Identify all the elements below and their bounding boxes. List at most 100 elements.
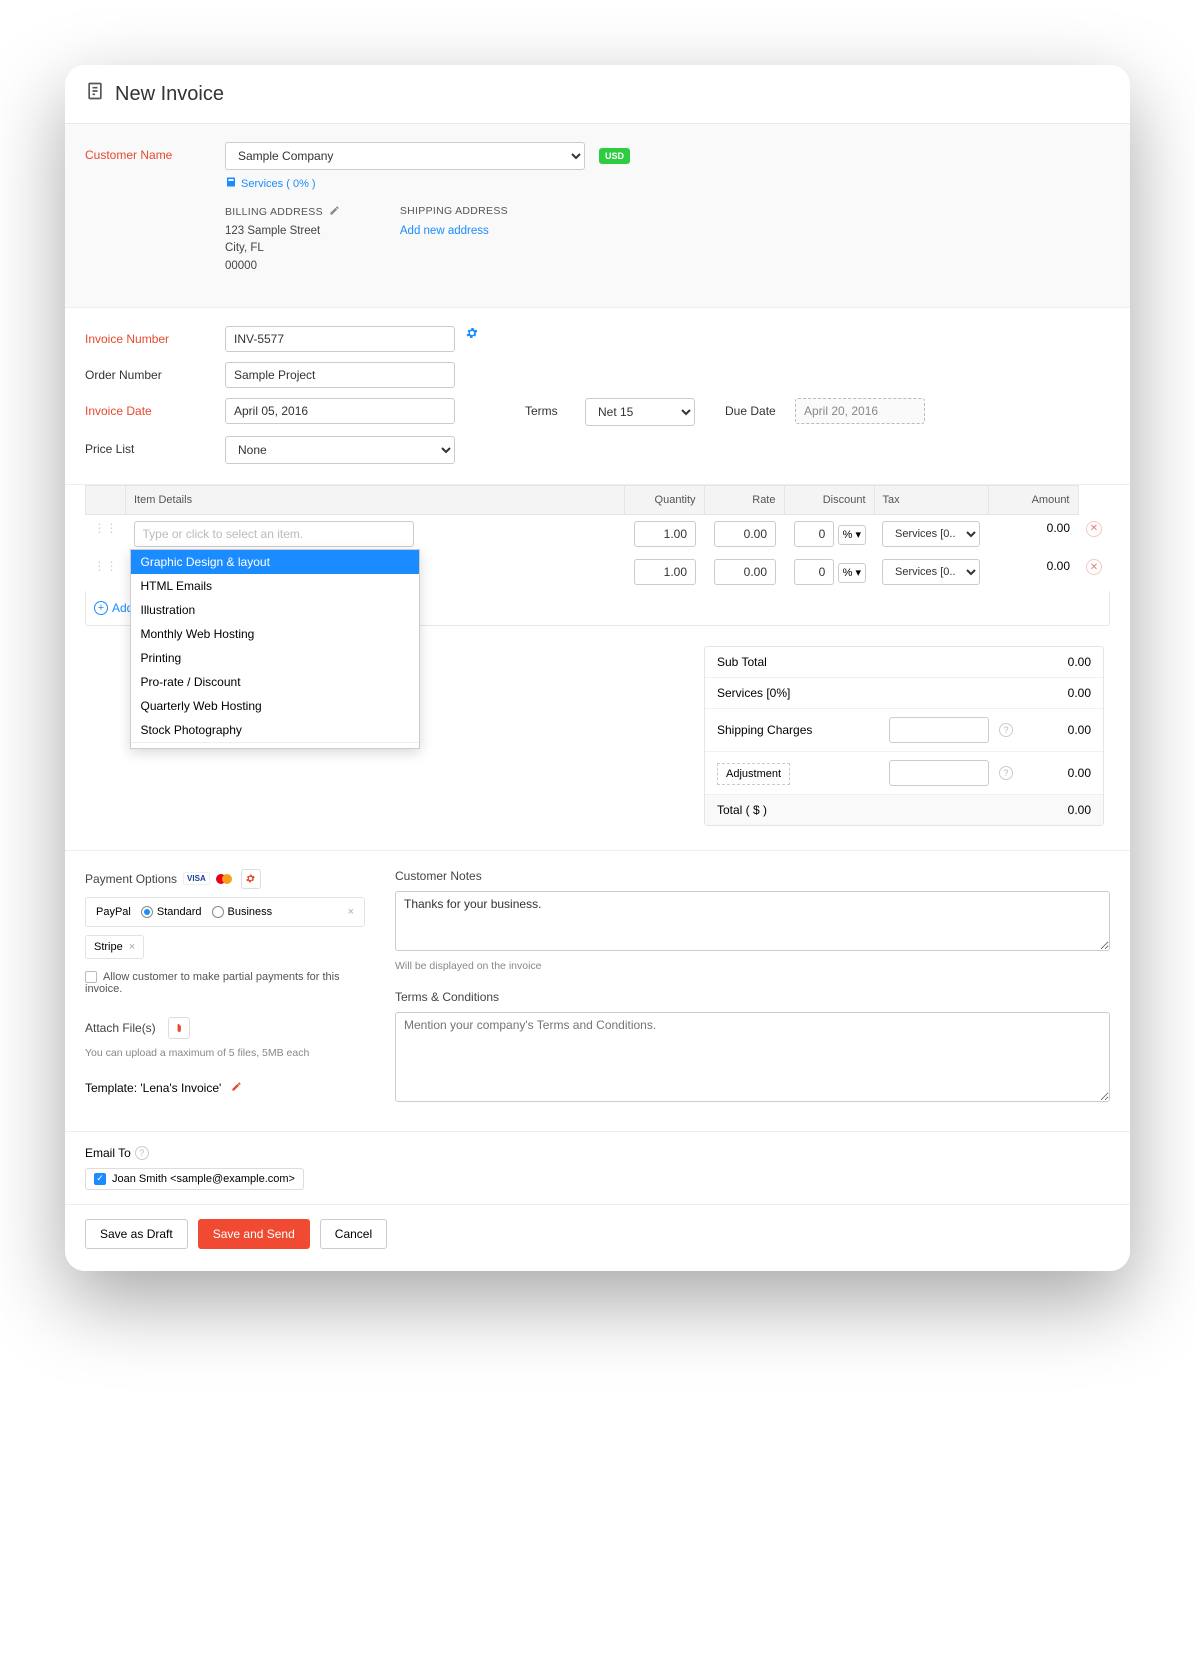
save-draft-button[interactable]: Save as Draft	[85, 1219, 188, 1249]
subtotal-value: 0.00	[1021, 655, 1091, 669]
item-option[interactable]: Printing	[131, 646, 419, 670]
partial-payment-checkbox[interactable]	[85, 971, 97, 983]
item-option[interactable]: HTML Emails	[131, 574, 419, 598]
col-tax: Tax	[874, 485, 988, 514]
billing-line1: 123 Sample Street	[225, 223, 340, 240]
payment-options-title: Payment Options	[85, 872, 177, 886]
qty-input[interactable]	[634, 559, 696, 585]
tax-select[interactable]: Services [0...	[882, 521, 980, 547]
tax-select[interactable]: Services [0...	[882, 559, 980, 585]
attach-hint: You can upload a maximum of 5 files, 5MB…	[85, 1047, 365, 1059]
line-item-row: ⋮⋮ Graphic Design & layout HTML Emails I…	[86, 514, 1111, 553]
plus-icon: +	[141, 748, 148, 749]
card-icons: VISA	[183, 872, 235, 885]
currency-badge: USD	[599, 148, 630, 164]
item-option[interactable]: Pro-rate / Discount	[131, 670, 419, 694]
invoice-date-label: Invoice Date	[85, 398, 225, 418]
terms-label: Terms	[525, 398, 585, 418]
payment-settings-icon[interactable]	[241, 869, 261, 889]
rate-input[interactable]	[714, 521, 776, 547]
services-tax-value: 0.00	[1021, 686, 1091, 700]
terms-select[interactable]: Net 15	[585, 398, 695, 426]
rate-input[interactable]	[714, 559, 776, 585]
adjustment-label[interactable]: Adjustment	[717, 763, 790, 785]
shipping-address-title: SHIPPING ADDRESS	[400, 205, 508, 217]
discount-unit-toggle[interactable]: % ▾	[838, 525, 866, 545]
col-rate: Rate	[704, 485, 784, 514]
notes-hint: Will be displayed on the invoice	[395, 960, 1110, 972]
total-value: 0.00	[1021, 803, 1091, 817]
info-icon[interactable]: ?	[999, 766, 1013, 780]
add-shipping-link[interactable]: Add new address	[400, 225, 489, 237]
adjustment-input[interactable]	[889, 760, 989, 786]
attach-file-button[interactable]	[168, 1017, 190, 1039]
checkbox-checked-icon[interactable]: ✓	[94, 1173, 106, 1185]
item-option[interactable]: Quarterly Web Hosting	[131, 694, 419, 718]
email-recipient-chip[interactable]: ✓ Joan Smith <sample@example.com>	[85, 1168, 304, 1190]
billing-line3: 00000	[225, 258, 340, 275]
billing-line2: City, FL	[225, 240, 340, 257]
paypal-label: PayPal	[96, 906, 131, 918]
due-date-input[interactable]	[795, 398, 925, 424]
subtotal-label: Sub Total	[717, 655, 1021, 669]
item-option[interactable]: Graphic Design & layout	[131, 550, 419, 574]
template-value: 'Lena's Invoice'	[140, 1081, 221, 1095]
drag-handle-icon[interactable]: ⋮⋮	[86, 553, 126, 591]
calculator-icon	[225, 176, 237, 191]
save-send-button[interactable]: Save and Send	[198, 1219, 310, 1249]
discount-input[interactable]	[794, 521, 834, 547]
order-number-input[interactable]	[225, 362, 455, 388]
due-date-label: Due Date	[725, 398, 795, 418]
col-discount: Discount	[784, 485, 874, 514]
item-select-input[interactable]	[134, 521, 414, 547]
shipping-value: 0.00	[1021, 723, 1091, 737]
terms-textarea[interactable]	[395, 1012, 1110, 1102]
info-icon[interactable]: ?	[999, 723, 1013, 737]
customer-notes-textarea[interactable]	[395, 891, 1110, 951]
total-label: Total ( $ )	[717, 803, 1021, 817]
adjustment-value: 0.00	[1021, 766, 1091, 780]
col-item-details: Item Details	[126, 485, 625, 514]
discount-unit-toggle[interactable]: % ▾	[838, 563, 866, 583]
invoice-date-input[interactable]	[225, 398, 455, 424]
item-option[interactable]: Stock Photography	[131, 718, 419, 742]
qty-input[interactable]	[634, 521, 696, 547]
email-to-label: Email To	[85, 1146, 131, 1160]
paypal-standard-radio[interactable]: Standard	[141, 906, 202, 918]
info-icon[interactable]: ?	[135, 1146, 149, 1160]
plus-icon: +	[94, 601, 108, 615]
col-amount: Amount	[988, 485, 1078, 514]
amount-cell: 0.00	[988, 553, 1078, 591]
remove-paypal-icon[interactable]: ×	[348, 906, 354, 918]
drag-handle-icon[interactable]: ⋮⋮	[86, 514, 126, 553]
invoice-number-input[interactable]	[225, 326, 455, 352]
delete-row-icon[interactable]: ✕	[1086, 559, 1102, 575]
discount-input[interactable]	[794, 559, 834, 585]
delete-row-icon[interactable]: ✕	[1086, 521, 1102, 537]
invoice-icon	[85, 81, 115, 107]
price-list-label: Price List	[85, 436, 225, 456]
customer-select[interactable]: Sample Company	[225, 142, 585, 170]
col-quantity: Quantity	[624, 485, 704, 514]
cancel-button[interactable]: Cancel	[320, 1219, 387, 1249]
paypal-business-radio[interactable]: Business	[212, 906, 273, 918]
item-option[interactable]: Monthly Web Hosting	[131, 622, 419, 646]
item-option[interactable]: Illustration	[131, 598, 419, 622]
invoice-number-settings-icon[interactable]	[465, 326, 479, 345]
invoice-number-label: Invoice Number	[85, 326, 225, 346]
edit-template-icon[interactable]	[231, 1081, 242, 1095]
shipping-label: Shipping Charges	[717, 723, 889, 737]
billing-address-title: BILLING ADDRESS	[225, 206, 323, 218]
item-dropdown: Graphic Design & layout HTML Emails Illu…	[130, 549, 420, 749]
amount-cell: 0.00	[988, 514, 1078, 553]
add-new-item-link[interactable]: +Add New Item	[131, 742, 419, 749]
partial-payment-label: Allow customer to make partial payments …	[85, 971, 340, 995]
page-title: New Invoice	[115, 83, 224, 106]
terms-title: Terms & Conditions	[395, 990, 1110, 1004]
edit-billing-icon[interactable]	[329, 205, 340, 219]
remove-stripe-icon[interactable]: ×	[129, 941, 135, 953]
shipping-input[interactable]	[889, 717, 989, 743]
services-link[interactable]: Services ( 0% )	[225, 176, 630, 191]
price-list-select[interactable]: None	[225, 436, 455, 464]
customer-notes-title: Customer Notes	[395, 869, 1110, 883]
